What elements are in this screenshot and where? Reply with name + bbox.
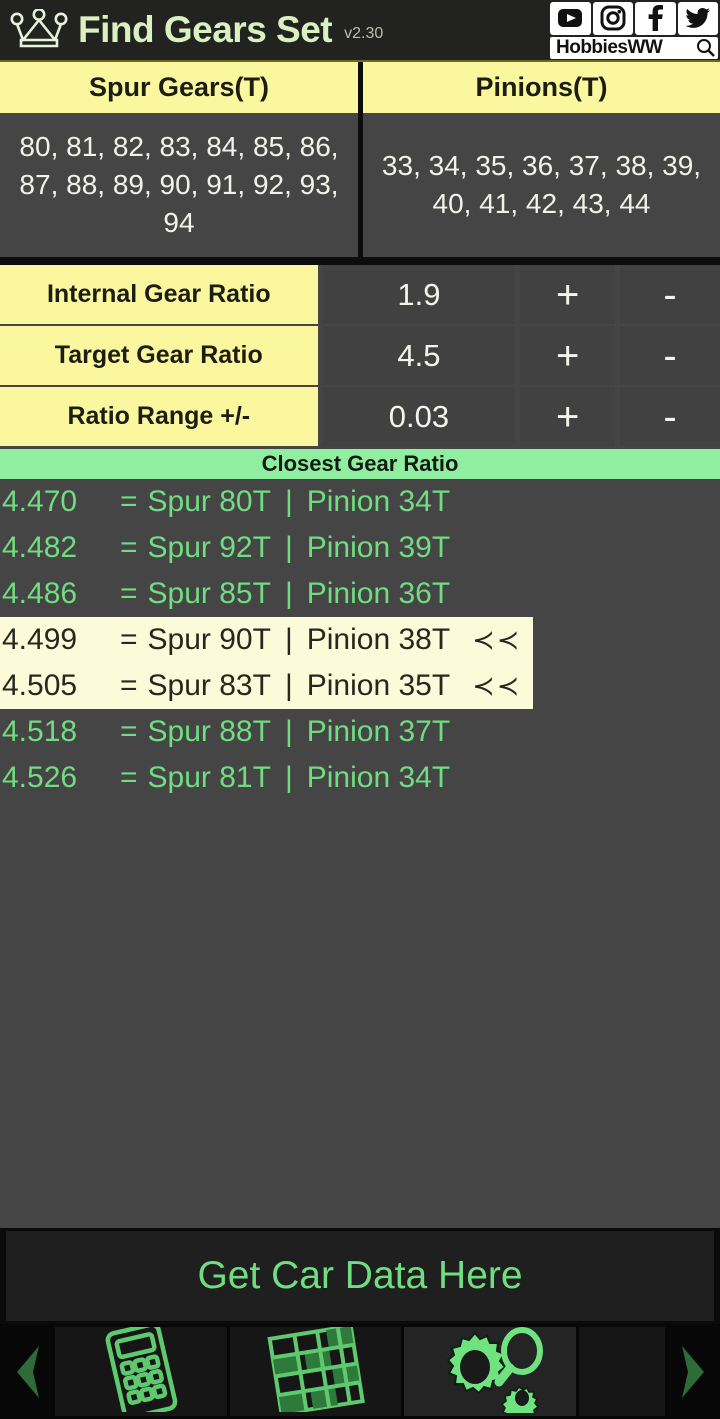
result-pinion: Pinion 35T — [306, 669, 451, 702]
minus-icon: - — [663, 333, 677, 378]
closest-gear-ratio-banner: Closest Gear Ratio — [0, 449, 720, 479]
result-row[interactable]: 4.470 = Spur 80T | Pinion 34T — [0, 479, 720, 525]
internal-gear-ratio-plus-button[interactable]: + — [520, 265, 616, 324]
ratio-range-value[interactable]: 0.03 — [322, 387, 516, 446]
result-ratio: 4.526 — [2, 761, 78, 794]
app-version: v2.30 — [344, 25, 384, 42]
row-internal-gear-ratio: Internal Gear Ratio 1.9 + - — [0, 265, 720, 324]
spur-gears-values[interactable]: 80, 81, 82, 83, 84, 85, 86, 87, 88, 89, … — [0, 113, 358, 257]
result-pinion: Pinion 36T — [306, 577, 451, 610]
chevron-left-icon[interactable] — [0, 1324, 55, 1419]
brand-search-box[interactable]: HobbiesWW — [550, 36, 718, 59]
result-row-highlighted[interactable]: 4.505 = Spur 83T | Pinion 35T ≺≺ — [0, 663, 533, 709]
target-gear-ratio-label: Target Gear Ratio — [0, 326, 318, 385]
result-separator: | — [284, 761, 293, 794]
result-ratio: 4.505 — [2, 669, 78, 702]
plus-icon: + — [556, 394, 580, 439]
gears-search-icon — [431, 1327, 549, 1416]
result-spur: Spur 80T — [147, 485, 271, 518]
plus-icon: + — [556, 272, 580, 317]
ratio-range-minus-button[interactable]: - — [620, 387, 720, 446]
internal-gear-ratio-minus-button[interactable]: - — [620, 265, 720, 324]
tab-gear-chart[interactable] — [229, 1327, 402, 1416]
page-title: Find Gears Set — [78, 9, 333, 50]
pinions-header: Pinions(T) — [363, 62, 720, 113]
result-spur: Spur 88T — [147, 715, 271, 748]
input-rows: Internal Gear Ratio 1.9 + - Target Gear … — [0, 265, 720, 448]
result-pinion: Pinion 34T — [306, 485, 451, 518]
result-separator: | — [284, 577, 293, 610]
get-car-data-button[interactable]: Get Car Data Here — [6, 1231, 714, 1321]
result-pinion: Pinion 34T — [306, 761, 451, 794]
target-gear-ratio-minus-button[interactable]: - — [620, 326, 720, 385]
result-row[interactable]: 4.486 = Spur 85T | Pinion 36T — [0, 571, 720, 617]
result-ratio: 4.482 — [2, 531, 78, 564]
result-spur: Spur 83T — [147, 669, 271, 702]
result-equals: = — [120, 715, 138, 748]
search-icon[interactable] — [692, 38, 718, 58]
result-equals: = — [120, 669, 138, 702]
minus-icon: - — [663, 394, 677, 439]
gear-pool-table: Spur Gears(T) 80, 81, 82, 83, 84, 85, 86… — [0, 62, 720, 257]
chevron-right-icon[interactable] — [665, 1324, 720, 1419]
plus-icon: + — [556, 333, 580, 378]
result-equals: = — [120, 761, 138, 794]
tab-calculator[interactable] — [55, 1327, 227, 1416]
row-target-gear-ratio: Target Gear Ratio 4.5 + - — [0, 326, 720, 385]
internal-gear-ratio-value[interactable]: 1.9 — [322, 265, 516, 324]
tab-next-partial[interactable] — [579, 1327, 666, 1416]
youtube-icon[interactable] — [550, 2, 591, 35]
twitter-icon[interactable] — [677, 2, 718, 35]
result-pinion: Pinion 38T — [306, 623, 451, 656]
result-row[interactable]: 4.526 = Spur 81T | Pinion 34T — [0, 755, 720, 801]
result-ratio: 4.470 — [2, 485, 78, 518]
get-car-data-label: Get Car Data Here — [197, 1254, 523, 1297]
social-links: HobbiesWW — [548, 0, 720, 62]
result-equals: = — [120, 623, 138, 656]
result-pinion: Pinion 37T — [306, 715, 451, 748]
result-ratio: 4.499 — [2, 623, 78, 656]
row-ratio-range: Ratio Range +/- 0.03 + - — [0, 387, 720, 446]
result-row[interactable]: 4.482 = Spur 92T | Pinion 39T — [0, 525, 720, 571]
result-spur: Spur 81T — [147, 761, 271, 794]
bottom-nav-bar — [0, 1324, 720, 1419]
result-equals: = — [120, 577, 138, 610]
result-separator: | — [284, 669, 293, 702]
result-spur: Spur 85T — [147, 577, 271, 610]
promo-banner-area: Get Car Data Here — [0, 1228, 720, 1324]
result-spur: Spur 92T — [147, 531, 271, 564]
internal-gear-ratio-label: Internal Gear Ratio — [0, 265, 318, 324]
target-gear-ratio-plus-button[interactable]: + — [520, 326, 616, 385]
result-row-highlighted[interactable]: 4.499 = Spur 90T | Pinion 38T ≺≺ — [0, 617, 533, 663]
minus-icon: - — [663, 272, 677, 317]
result-ratio: 4.518 — [2, 715, 78, 748]
result-separator: | — [284, 623, 293, 656]
facebook-icon[interactable] — [635, 2, 676, 35]
result-separator: | — [284, 715, 293, 748]
crown-icon — [0, 9, 78, 51]
result-marker-icon: ≺≺ — [472, 670, 522, 701]
tab-find-gears-set[interactable] — [404, 1327, 577, 1416]
spur-gears-header: Spur Gears(T) — [0, 62, 358, 113]
result-separator: | — [284, 531, 293, 564]
brand-label: HobbiesWW — [556, 37, 663, 59]
instagram-icon[interactable] — [592, 2, 633, 35]
pinions-values[interactable]: 33, 34, 35, 36, 37, 38, 39, 40, 41, 42, … — [363, 113, 720, 257]
result-spur: Spur 90T — [147, 623, 271, 656]
result-ratio: 4.486 — [2, 577, 78, 610]
results-list: 4.470 = Spur 80T | Pinion 34T 4.482 = Sp… — [0, 479, 720, 801]
target-gear-ratio-value[interactable]: 4.5 — [322, 326, 516, 385]
result-equals: = — [120, 485, 138, 518]
app-header: Find Gears Set v2.30 HobbiesWW — [0, 0, 720, 62]
result-separator: | — [284, 485, 293, 518]
result-marker-icon: ≺≺ — [472, 624, 522, 655]
result-equals: = — [120, 531, 138, 564]
calculator-icon — [93, 1327, 189, 1416]
ratio-range-label: Ratio Range +/- — [0, 387, 318, 446]
result-pinion: Pinion 39T — [306, 531, 451, 564]
ratio-range-plus-button[interactable]: + — [520, 387, 616, 446]
section-gap — [0, 257, 720, 265]
grid-table-icon — [261, 1327, 371, 1416]
result-row[interactable]: 4.518 = Spur 88T | Pinion 37T — [0, 709, 720, 755]
